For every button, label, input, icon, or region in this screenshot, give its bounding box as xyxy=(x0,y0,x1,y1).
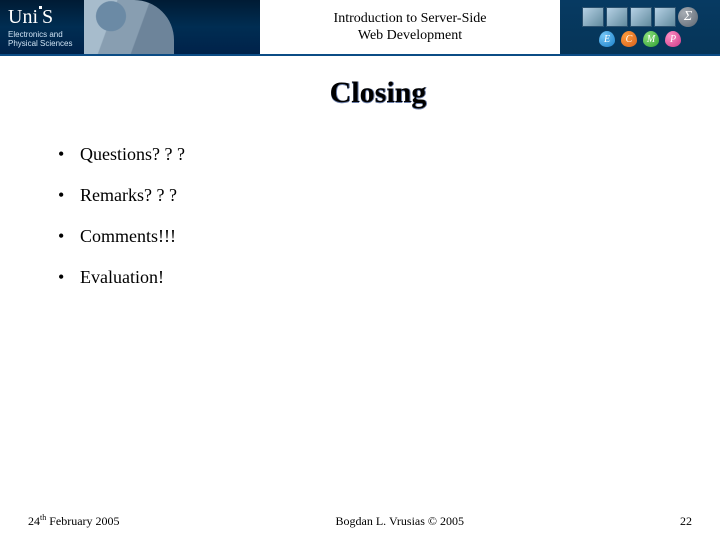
brand-suffix: S xyxy=(42,6,53,28)
lozenge-e: E xyxy=(599,31,615,47)
lozenge-c: C xyxy=(621,31,637,47)
brand-sub-line2: Physical Sciences xyxy=(8,40,72,49)
bullet-item: Questions? ? ? xyxy=(76,144,680,165)
bullet-item: Remarks? ? ? xyxy=(76,185,680,206)
photo-thumb xyxy=(630,7,652,27)
course-title-line2: Web Development xyxy=(358,27,462,45)
photo-thumb xyxy=(606,7,628,27)
brand-subtitle: Electronics and Physical Sciences xyxy=(8,31,72,49)
footer-page: 22 xyxy=(680,514,692,529)
photo-thumb xyxy=(582,7,604,27)
lozenge-p: P xyxy=(665,31,681,47)
header-center: Introduction to Server-Side Web Developm… xyxy=(260,0,560,54)
brand-text: Uni xyxy=(8,6,38,28)
photo-strip: Σ xyxy=(582,7,698,27)
brand-block: UniS Electronics and Physical Sciences xyxy=(8,6,72,49)
lozenge-m: M xyxy=(643,31,659,47)
slide-body: Closing Questions? ? ? Remarks? ? ? Comm… xyxy=(0,56,720,512)
building-image xyxy=(84,0,174,54)
footer-author: Bogdan L. Vrusias © 2005 xyxy=(336,514,465,529)
course-title-line1: Introduction to Server-Side xyxy=(334,10,487,28)
header-banner: UniS Electronics and Physical Sciences I… xyxy=(0,0,720,56)
sigma-icon: Σ xyxy=(678,7,698,27)
bullet-item: Evaluation! xyxy=(76,267,680,288)
lozenge-row: E C M P xyxy=(599,31,681,47)
header-right: Σ E C M P xyxy=(560,0,720,54)
photo-thumb xyxy=(654,7,676,27)
header-left: UniS Electronics and Physical Sciences xyxy=(0,0,260,54)
bullet-item: Comments!!! xyxy=(76,226,680,247)
footer-date-rest: February 2005 xyxy=(46,514,119,528)
footer-date-day: 24 xyxy=(28,514,40,528)
bullet-list: Questions? ? ? Remarks? ? ? Comments!!! … xyxy=(76,144,680,288)
slide-title: Closing xyxy=(76,76,680,110)
footer-date: 24th February 2005 xyxy=(28,513,120,529)
footer: 24th February 2005 Bogdan L. Vrusias © 2… xyxy=(0,512,720,540)
brand-logo: UniS xyxy=(8,6,55,28)
